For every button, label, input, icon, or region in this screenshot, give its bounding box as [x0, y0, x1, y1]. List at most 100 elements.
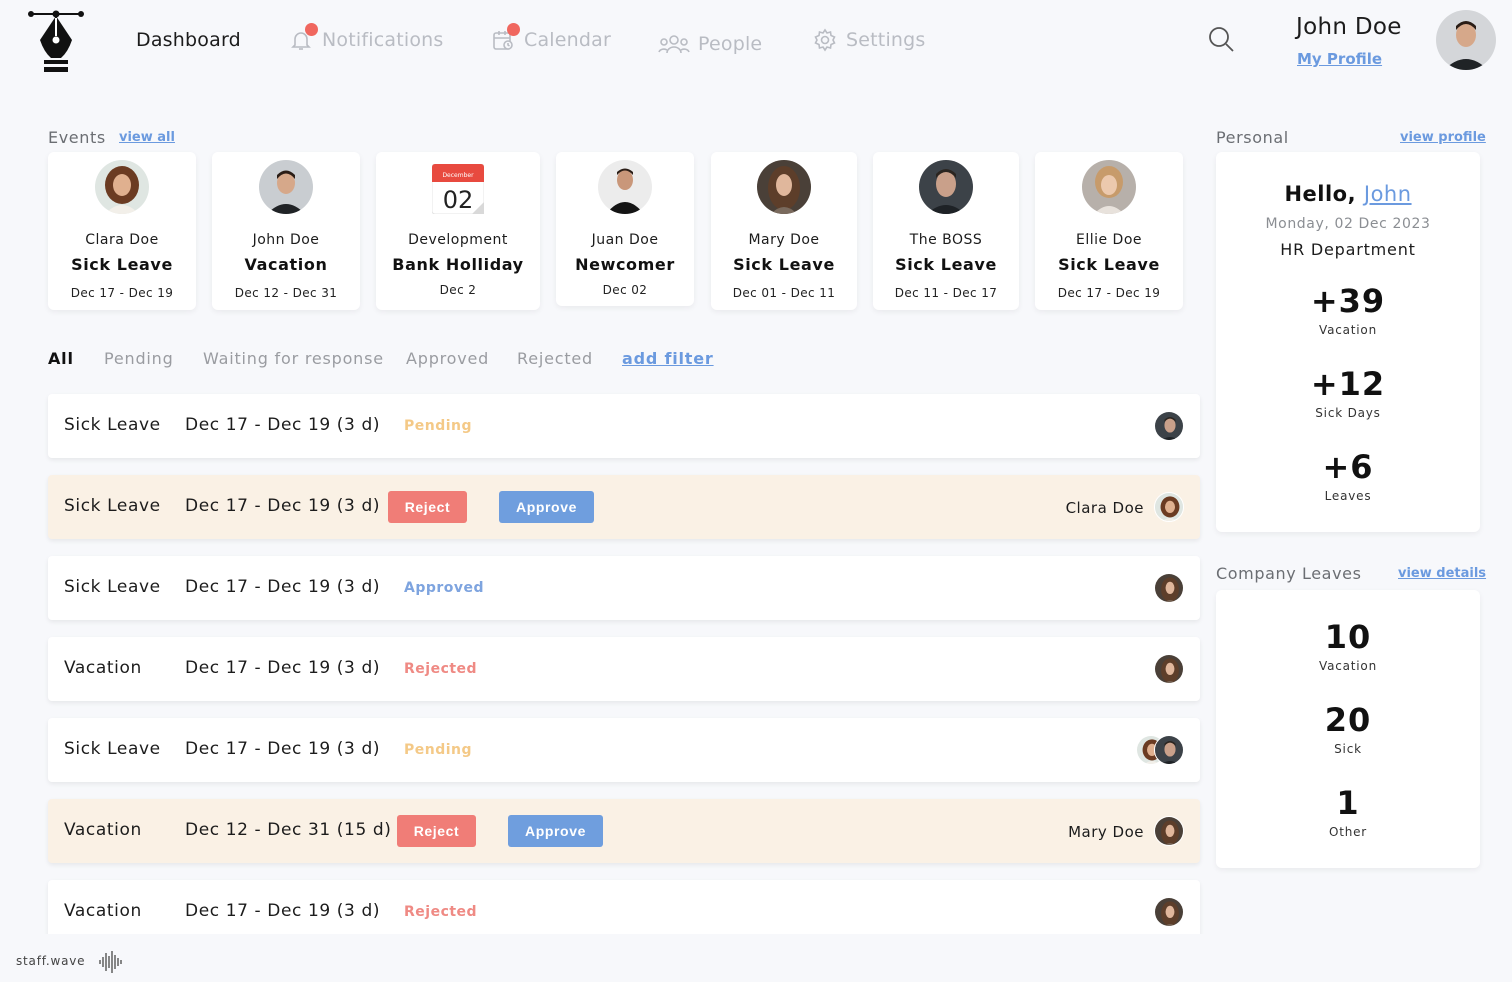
- nav-dashboard-label: Dashboard: [136, 29, 241, 51]
- filter-rejected[interactable]: Rejected: [517, 349, 593, 368]
- stat-sick-days-label: Sick Days: [1315, 406, 1381, 420]
- event-date: Dec 11 - Dec 17: [894, 286, 998, 300]
- event-date: Dec 02: [602, 283, 648, 297]
- avatar: [259, 160, 313, 214]
- status-badge: Pending: [404, 742, 473, 758]
- nav-calendar[interactable]: Calendar: [490, 22, 611, 58]
- company-sick-label: Sick: [1334, 742, 1362, 756]
- request-dates: Dec 17 - Dec 19 (3 d): [185, 496, 381, 516]
- bell-icon: [288, 23, 318, 53]
- request-type: Sick Leave: [64, 739, 161, 759]
- request-dates: Dec 17 - Dec 19 (3 d): [185, 577, 381, 597]
- stat-leaves-value: +6: [1322, 448, 1374, 486]
- status-badge: Rejected: [404, 661, 478, 677]
- greeting-name-link[interactable]: John: [1364, 182, 1412, 206]
- reject-button[interactable]: Reject: [388, 491, 467, 523]
- top-navigation: Dashboard Notifications Calendar People …: [0, 0, 1512, 80]
- company-sick-value: 20: [1324, 701, 1372, 739]
- calendar-icon: [490, 23, 520, 53]
- event-person: John Doe: [252, 232, 320, 248]
- personal-title: Personal: [1216, 128, 1289, 147]
- soundwave-icon: [98, 950, 124, 974]
- event-type: Vacation: [244, 255, 328, 274]
- event-card[interactable]: Clara Doe Sick Leave Dec 17 - Dec 19: [48, 152, 196, 310]
- event-person: Clara Doe: [85, 232, 159, 248]
- approve-button[interactable]: Approve: [508, 815, 603, 847]
- avatar: [919, 160, 973, 214]
- add-filter-link[interactable]: add filter: [622, 349, 714, 368]
- event-card[interactable]: Juan Doe Newcomer Dec 02: [556, 152, 694, 306]
- table-row[interactable]: Vacation Dec 17 - Dec 19 (3 d) Rejected: [48, 880, 1200, 934]
- avatar: [1154, 654, 1184, 684]
- event-card[interactable]: December 02 Development Bank Holliday De…: [376, 152, 540, 310]
- company-vacation-label: Vacation: [1319, 659, 1377, 673]
- stat-vacation-value: +39: [1310, 282, 1386, 320]
- department: HR Department: [1280, 240, 1416, 259]
- my-profile-link[interactable]: My Profile: [1297, 50, 1382, 68]
- event-date: Dec 17 - Dec 19: [1057, 286, 1161, 300]
- view-profile-link[interactable]: view profile: [1400, 130, 1486, 145]
- avatar: [1154, 573, 1184, 603]
- event-type: Sick Leave: [71, 255, 173, 274]
- event-card[interactable]: Mary Doe Sick Leave Dec 01 - Dec 11: [711, 152, 857, 310]
- calendar-day: 02: [443, 186, 474, 214]
- user-avatar[interactable]: [1436, 10, 1496, 70]
- avatar: [1154, 816, 1184, 846]
- avatar: [1154, 897, 1184, 927]
- greeting: Hello, John: [1216, 182, 1480, 206]
- nav-people[interactable]: People: [658, 26, 762, 62]
- search-icon[interactable]: [1206, 24, 1236, 54]
- event-type: Bank Holliday: [392, 255, 524, 274]
- avatar: [598, 160, 652, 214]
- status-badge: Approved: [404, 580, 485, 596]
- nav-settings-label: Settings: [846, 29, 926, 51]
- app-logo-icon[interactable]: [26, 6, 86, 74]
- event-card[interactable]: The BOSS Sick Leave Dec 11 - Dec 17: [873, 152, 1019, 310]
- personal-panel: Hello, John Monday, 02 Dec 2023 HR Depar…: [1216, 152, 1480, 532]
- stat-sick-days-value: +12: [1310, 365, 1386, 403]
- filter-all[interactable]: All: [48, 349, 74, 368]
- greeting-text: Hello,: [1284, 182, 1357, 206]
- request-dates: Dec 17 - Dec 19 (3 d): [185, 739, 381, 759]
- table-row[interactable]: Vacation Dec 17 - Dec 19 (3 d) Rejected: [48, 637, 1200, 701]
- status-badge: Rejected: [404, 904, 478, 920]
- request-type: Sick Leave: [64, 415, 161, 435]
- nav-dashboard[interactable]: Dashboard: [136, 22, 241, 58]
- event-person: The BOSS: [909, 232, 983, 248]
- avatar: [757, 160, 811, 214]
- event-card[interactable]: John Doe Vacation Dec 12 - Dec 31: [212, 152, 360, 310]
- event-type: Newcomer: [575, 255, 675, 274]
- event-card[interactable]: Ellie Doe Sick Leave Dec 17 - Dec 19: [1035, 152, 1183, 310]
- request-person: Clara Doe: [1065, 499, 1144, 517]
- company-other-value: 1: [1336, 784, 1360, 822]
- event-date: Dec 12 - Dec 31: [234, 286, 338, 300]
- event-date: Dec 17 - Dec 19: [70, 286, 174, 300]
- table-row[interactable]: Vacation Dec 12 - Dec 31 (15 d) Reject A…: [48, 799, 1200, 863]
- nav-notifications[interactable]: Notifications: [288, 22, 444, 58]
- events-view-all-link[interactable]: view all: [119, 130, 175, 145]
- request-list[interactable]: Sick Leave Dec 17 - Dec 19 (3 d) Pending…: [40, 388, 1212, 934]
- event-type: Sick Leave: [895, 255, 997, 274]
- reject-button[interactable]: Reject: [397, 815, 476, 847]
- table-row[interactable]: Sick Leave Dec 17 - Dec 19 (3 d) Approve…: [48, 556, 1200, 620]
- filter-approved[interactable]: Approved: [406, 349, 489, 368]
- filter-pending[interactable]: Pending: [104, 349, 174, 368]
- avatar: [1082, 160, 1136, 214]
- event-type: Sick Leave: [1058, 255, 1160, 274]
- filter-waiting[interactable]: Waiting for response: [203, 349, 384, 368]
- view-details-link[interactable]: view details: [1398, 566, 1486, 581]
- event-type: Sick Leave: [733, 255, 835, 274]
- event-person: Development: [408, 232, 508, 248]
- request-person: Mary Doe: [1068, 823, 1144, 841]
- calendar-dot: [507, 23, 520, 36]
- table-row[interactable]: Sick Leave Dec 17 - Dec 19 (3 d) Pending: [48, 718, 1200, 782]
- table-row[interactable]: Sick Leave Dec 17 - Dec 19 (3 d) Reject …: [48, 475, 1200, 539]
- nav-settings[interactable]: Settings: [812, 22, 926, 58]
- calendar-date-icon: December 02: [432, 164, 484, 214]
- user-name: John Doe: [1296, 14, 1402, 40]
- nav-notifications-label: Notifications: [322, 29, 444, 51]
- notification-dot: [305, 23, 318, 36]
- table-row[interactable]: Sick Leave Dec 17 - Dec 19 (3 d) Pending: [48, 394, 1200, 458]
- company-leaves-panel: 10 Vacation 20 Sick 1 Other: [1216, 590, 1480, 868]
- approve-button[interactable]: Approve: [499, 491, 594, 523]
